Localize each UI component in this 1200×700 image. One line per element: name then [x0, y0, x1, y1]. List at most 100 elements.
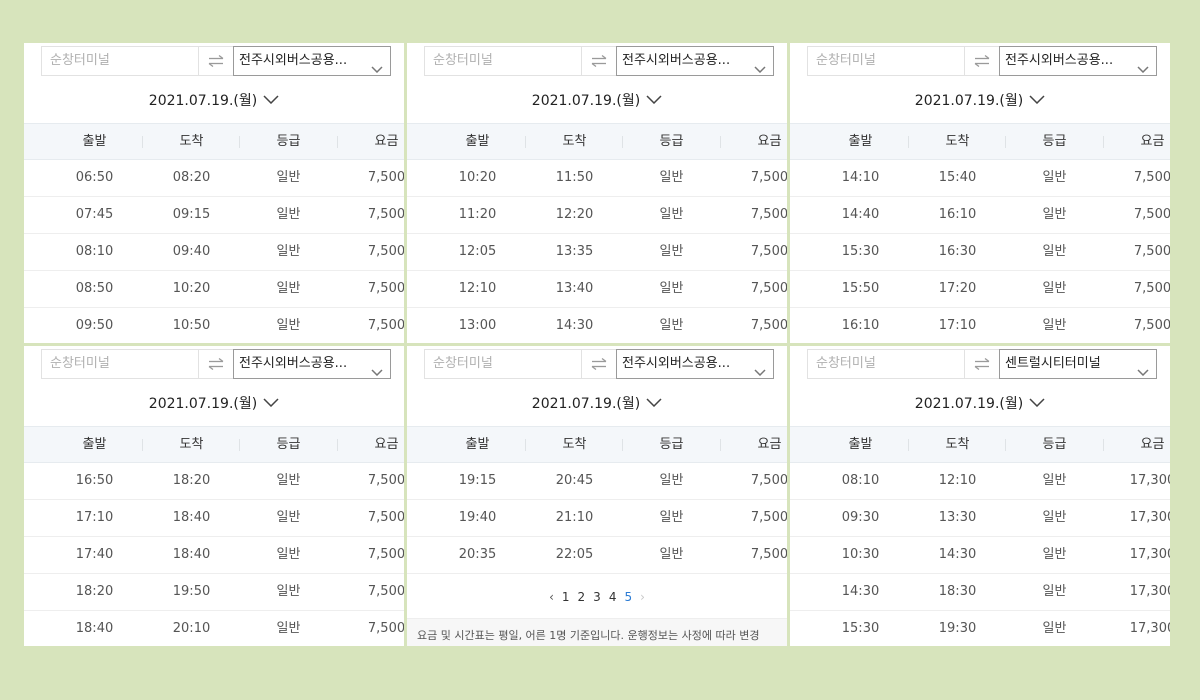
table-row: 14:30 18:30 일반 17,300 [790, 574, 1170, 611]
date-selector[interactable]: 2021.07.19.(월) [790, 393, 1170, 415]
table-row: 08:10 09:40 일반 7,500 [24, 234, 404, 271]
column-header-1: 도착 [562, 134, 587, 149]
page-4-button[interactable]: 4 [609, 575, 617, 619]
swap-route-button[interactable] [965, 349, 999, 379]
table-cell: 15:30 [841, 244, 880, 259]
table-row: 09:50 10:50 일반 7,500 [24, 308, 404, 343]
table-row: 14:10 15:40 일반 7,500 [790, 160, 1170, 197]
table-row: 12:10 13:40 일반 7,500 [407, 271, 787, 308]
date-selector[interactable]: 2021.07.19.(월) [407, 90, 787, 112]
column-divider [525, 439, 526, 451]
chevron-down-icon [1137, 359, 1149, 387]
origin-input[interactable]: 순창터미널 [424, 46, 582, 76]
swap-route-button[interactable] [582, 46, 616, 76]
next-page-button[interactable]: › [640, 575, 645, 619]
table-cell: 19:15 [458, 473, 497, 488]
table-row: 10:30 14:30 일반 17,300 [790, 537, 1170, 574]
table-cell: 12:05 [458, 244, 497, 259]
swap-arrows-icon [974, 52, 990, 71]
column-header-1: 도착 [179, 437, 204, 452]
table-cell: 7,500 [750, 473, 787, 488]
swap-route-button[interactable] [582, 349, 616, 379]
table-cell: 일반 [659, 244, 684, 259]
timetable-panel: 순창터미널 전주시외버스공용... 2021.07.19.(월) 출발 도착 등급 요금 14… [790, 43, 1170, 343]
origin-input[interactable]: 순창터미널 [424, 349, 582, 379]
origin-input[interactable]: 순창터미널 [807, 46, 965, 76]
column-divider [622, 136, 623, 148]
origin-input[interactable]: 순창터미널 [41, 46, 199, 76]
swap-route-button[interactable] [199, 349, 233, 379]
table-cell: 19:30 [938, 621, 977, 636]
swap-route-button[interactable] [965, 46, 999, 76]
swap-route-button[interactable] [199, 46, 233, 76]
table-cell: 12:10 [458, 281, 497, 296]
table-cell: 7,500 [367, 318, 404, 333]
column-divider [525, 136, 526, 148]
page-1-button[interactable]: 1 [562, 575, 570, 619]
column-divider [720, 136, 721, 148]
table-cell: 일반 [1042, 281, 1067, 296]
column-header-1: 도착 [179, 134, 204, 149]
table-cell: 7,500 [750, 318, 787, 333]
table-cell: 17,300 [1129, 584, 1170, 599]
destination-select[interactable]: 전주시외버스공용... [616, 46, 774, 76]
table-cell: 일반 [1042, 473, 1067, 488]
prev-page-button[interactable]: ‹ [549, 575, 554, 619]
table-row: 09:30 13:30 일반 17,300 [790, 500, 1170, 537]
table-cell: 16:10 [841, 318, 880, 333]
table-row: 18:20 19:50 일반 7,500 [24, 574, 404, 611]
table-cell: 21:10 [555, 510, 594, 525]
page-3-button[interactable]: 3 [593, 575, 601, 619]
destination-label: 전주시외버스공용... [622, 356, 731, 371]
column-header-3: 요금 [374, 134, 399, 149]
table-cell: 일반 [276, 584, 301, 599]
column-header-0: 출발 [848, 134, 873, 149]
table-cell: 13:40 [555, 281, 594, 296]
table-row: 19:15 20:45 일반 7,500 [407, 463, 787, 500]
table-cell: 10:50 [172, 318, 211, 333]
page-5-button[interactable]: 5 [624, 575, 632, 619]
table-cell: 일반 [1042, 318, 1067, 333]
date-selector[interactable]: 2021.07.19.(월) [790, 90, 1170, 112]
table-cell: 7,500 [367, 244, 404, 259]
table-cell: 7,500 [750, 547, 787, 562]
table-header: 출발 도착 등급 요금 [24, 426, 404, 463]
chevron-down-icon [754, 359, 766, 387]
table-header: 출발 도착 등급 요금 [407, 426, 787, 463]
column-divider [1103, 439, 1104, 451]
table-cell: 14:30 [938, 547, 977, 562]
origin-input[interactable]: 순창터미널 [807, 349, 965, 379]
table-row: 07:45 09:15 일반 7,500 [24, 197, 404, 234]
column-header-0: 출발 [465, 437, 490, 452]
table-header: 출발 도착 등급 요금 [407, 123, 787, 160]
destination-select[interactable]: 전주시외버스공용... [999, 46, 1157, 76]
table-cell: 16:10 [938, 207, 977, 222]
table-cell: 일반 [1042, 584, 1067, 599]
chevron-down-icon [1029, 89, 1045, 111]
table-row: 15:50 17:20 일반 7,500 [790, 271, 1170, 308]
date-selector[interactable]: 2021.07.19.(월) [24, 393, 404, 415]
route-selector: 순창터미널 센트럴시티터미널 [807, 349, 1157, 379]
destination-select[interactable]: 전주시외버스공용... [233, 46, 391, 76]
date-label: 2021.07.19.(월) [914, 396, 1024, 412]
date-selector[interactable]: 2021.07.19.(월) [407, 393, 787, 415]
destination-label: 센트럴시티터미널 [1005, 356, 1101, 371]
table-row: 12:05 13:35 일반 7,500 [407, 234, 787, 271]
table-cell: 20:10 [172, 621, 211, 636]
destination-select[interactable]: 전주시외버스공용... [233, 349, 391, 379]
fare-notice: 요금 및 시간표는 평일, 어른 1명 기준입니다. 운행정보는 사정에 따라 … [407, 619, 787, 646]
column-divider [239, 136, 240, 148]
table-cell: 16:50 [75, 473, 114, 488]
destination-select[interactable]: 전주시외버스공용... [616, 349, 774, 379]
page-2-button[interactable]: 2 [578, 575, 586, 619]
destination-select[interactable]: 센트럴시티터미널 [999, 349, 1157, 379]
date-selector[interactable]: 2021.07.19.(월) [24, 90, 404, 112]
column-header-0: 출발 [465, 134, 490, 149]
date-label: 2021.07.19.(월) [148, 93, 258, 109]
table-cell: 7,500 [750, 244, 787, 259]
origin-input[interactable]: 순창터미널 [41, 349, 199, 379]
table-cell: 11:50 [555, 170, 594, 185]
destination-label: 전주시외버스공용... [622, 53, 731, 68]
swap-arrows-icon [591, 52, 607, 71]
route-selector: 순창터미널 전주시외버스공용... [41, 349, 391, 379]
